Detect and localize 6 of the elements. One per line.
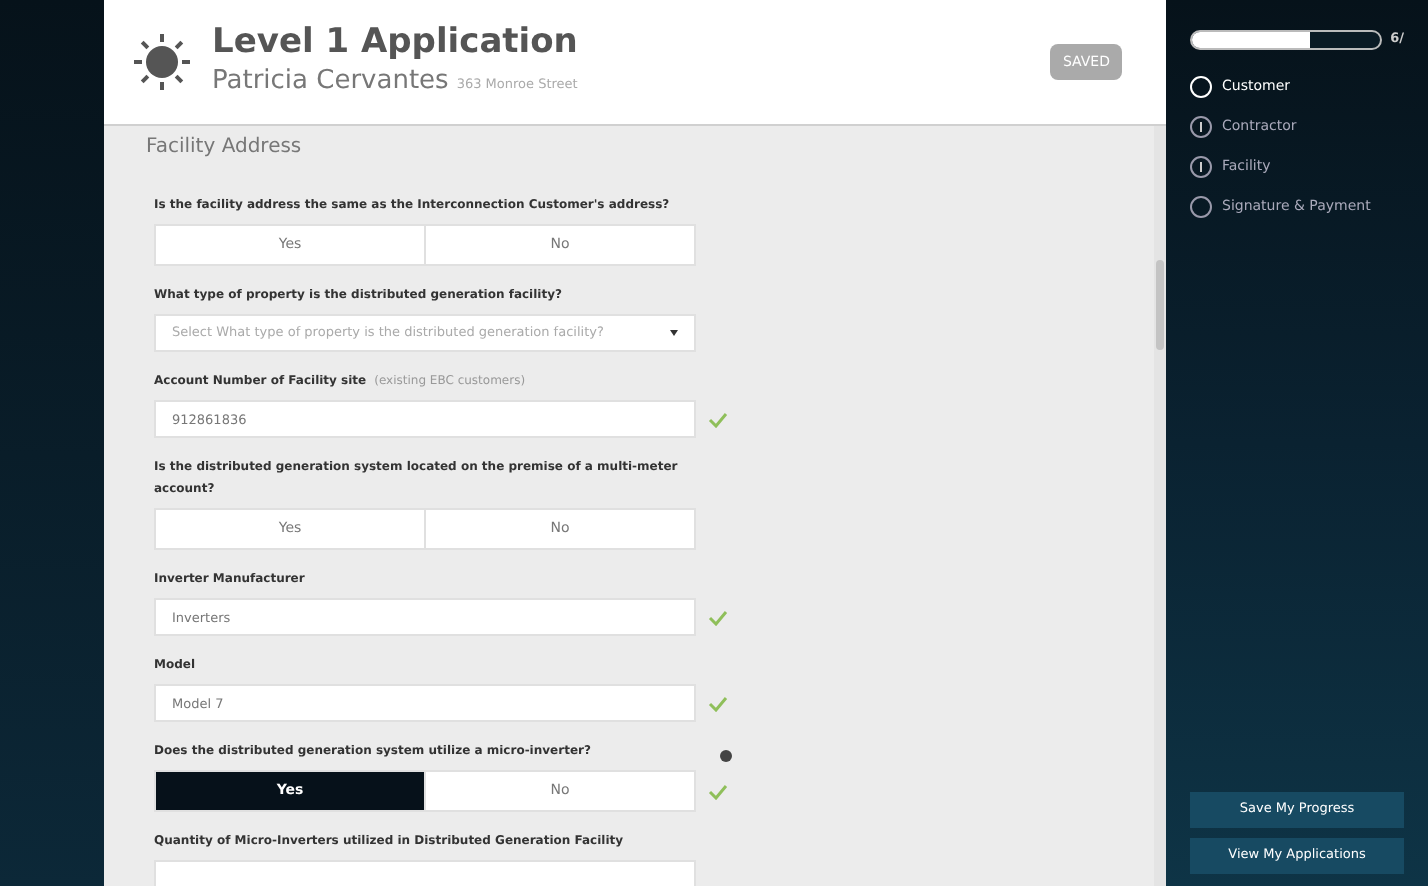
- application-title: Level 1 Application: [212, 22, 580, 63]
- dropdown-caret-icon: [670, 330, 678, 336]
- sun-icon: [132, 32, 192, 92]
- scrollbar[interactable]: [1154, 126, 1166, 886]
- customer-name: Patricia Cervantes: [212, 64, 449, 101]
- section-title: Facility Address: [146, 134, 304, 162]
